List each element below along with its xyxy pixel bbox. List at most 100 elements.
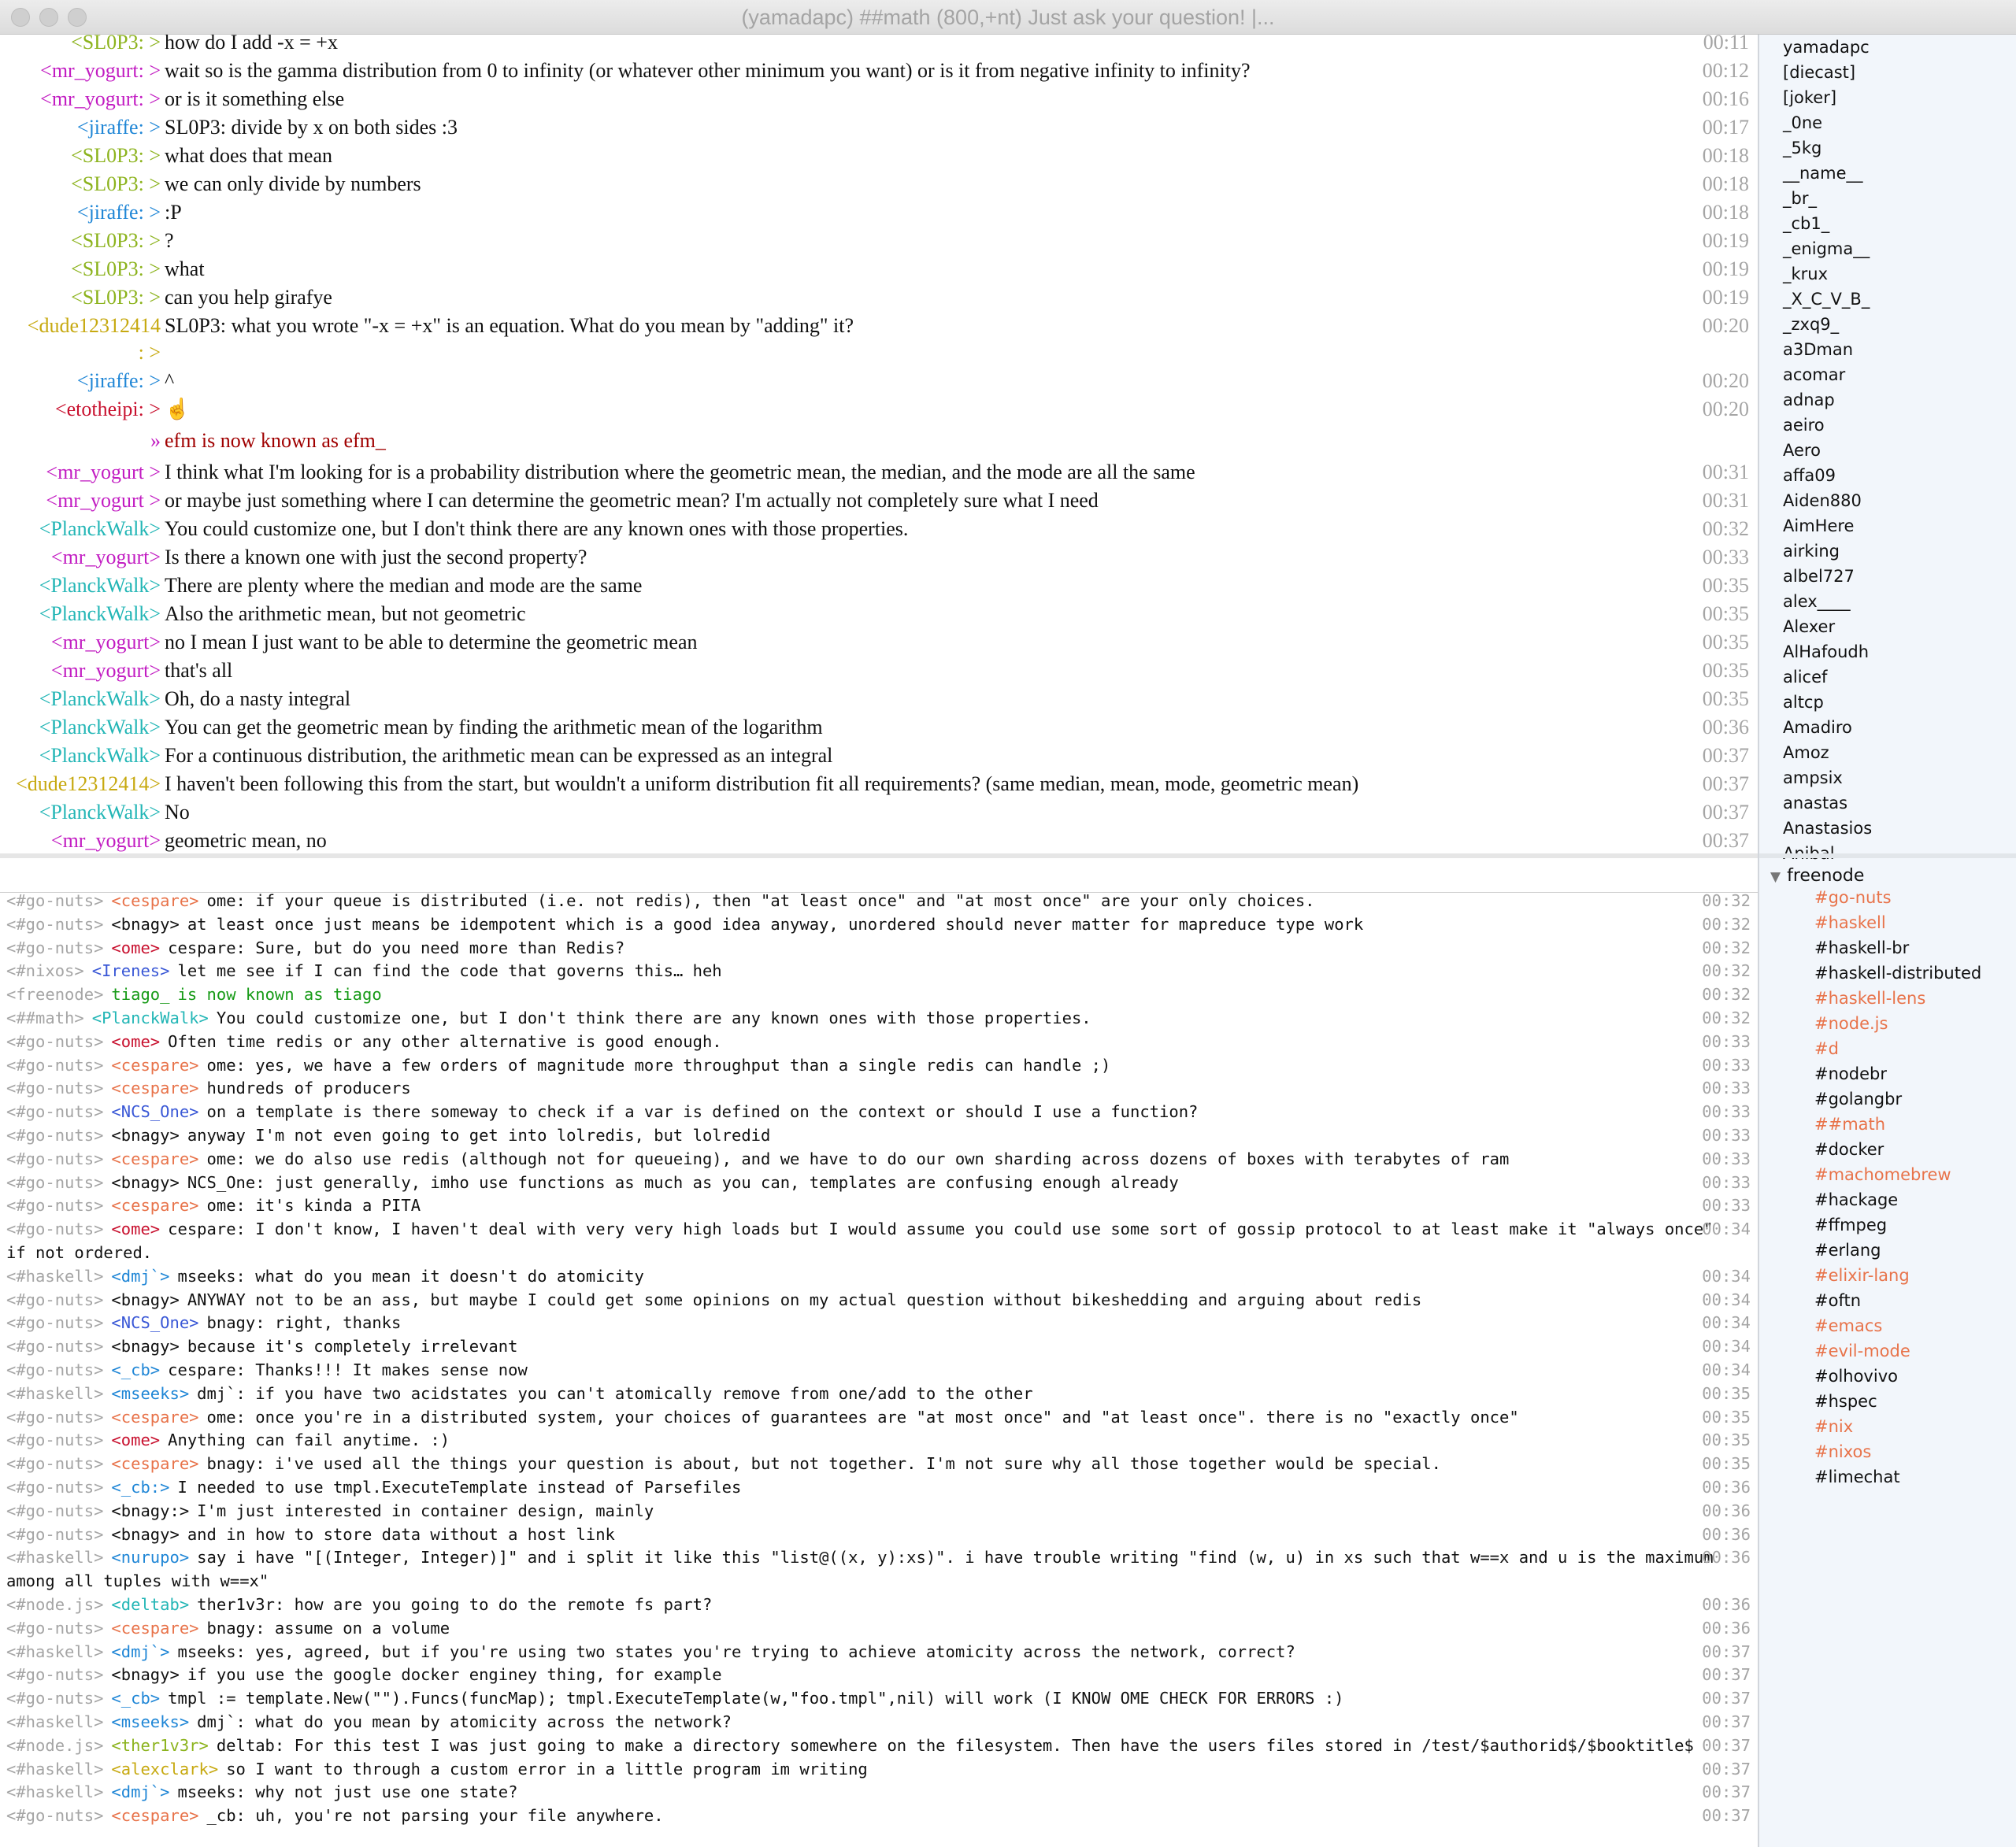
channel-item[interactable]: #hspec: [1814, 1389, 1877, 1414]
member-item[interactable]: Aiden880: [1783, 488, 1862, 513]
channel-item[interactable]: #oftn: [1814, 1288, 1861, 1313]
member-item[interactable]: _enigma__: [1783, 236, 1870, 261]
log-nick[interactable]: <bnagy>: [111, 915, 179, 934]
message-nick[interactable]: <SL0P3: >: [71, 227, 161, 255]
log-nick[interactable]: <ome>: [111, 1220, 160, 1238]
channel-item[interactable]: #haskell-lens: [1814, 986, 1925, 1011]
log-nick[interactable]: <cespare>: [111, 1149, 198, 1168]
log-nick[interactable]: <cespare>: [111, 894, 198, 910]
member-item[interactable]: Anastasios: [1783, 816, 1872, 841]
message-nick[interactable]: <dude12312414>: [16, 770, 161, 798]
channel-item[interactable]: #haskell-distributed: [1814, 961, 1981, 986]
message-input[interactable]: [0, 858, 1758, 893]
channel-item[interactable]: #haskell: [1814, 910, 1886, 935]
message-nick[interactable]: <mr_yogurt >: [46, 487, 161, 515]
log-channel[interactable]: <#go-nuts>: [6, 1665, 103, 1684]
sidebar-splitter[interactable]: [1759, 853, 2016, 858]
log-channel[interactable]: <#go-nuts>: [6, 1478, 103, 1497]
log-channel[interactable]: <##math>: [6, 1009, 84, 1027]
log-channel[interactable]: <#go-nuts>: [6, 1525, 103, 1544]
member-item[interactable]: _X_C_V_B_: [1783, 287, 1870, 312]
log-channel[interactable]: <#nixos>: [6, 961, 84, 980]
message-nick[interactable]: <dude12312414: [28, 312, 161, 340]
log-channel[interactable]: <#go-nuts>: [6, 1619, 103, 1638]
message-nick[interactable]: <mr_yogurt>: [51, 827, 161, 853]
log-channel[interactable]: <#go-nuts>: [6, 1689, 103, 1708]
log-nick[interactable]: <ther1v3r>: [111, 1736, 208, 1755]
member-item[interactable]: acomar: [1783, 362, 1845, 387]
log-channel[interactable]: <#haskell>: [6, 1712, 103, 1731]
log-channel[interactable]: <#go-nuts>: [6, 1290, 103, 1309]
log-channel[interactable]: <#haskell>: [6, 1782, 103, 1801]
log-nick[interactable]: <bnagy>: [111, 1173, 179, 1192]
log-channel[interactable]: <#go-nuts>: [6, 1313, 103, 1332]
channel-item[interactable]: #ffmpeg: [1814, 1212, 1887, 1238]
channel-item[interactable]: #d: [1814, 1036, 1839, 1061]
member-item[interactable]: affa09: [1783, 463, 1836, 488]
log-nick[interactable]: <cespare>: [111, 1079, 198, 1097]
log-nick[interactable]: <mseeks>: [111, 1384, 189, 1403]
message-nick[interactable]: <SL0P3: >: [71, 255, 161, 283]
channel-item[interactable]: #hackage: [1814, 1187, 1898, 1212]
log-channel[interactable]: <#go-nuts>: [6, 1126, 103, 1145]
log-nick[interactable]: <cespare>: [111, 1619, 198, 1638]
console-log[interactable]: <#go-nuts> <cespare> ome: if your queue is…: [0, 894, 1758, 1847]
log-nick[interactable]: <dmj`>: [111, 1267, 169, 1286]
channel-item[interactable]: #go-nuts: [1814, 885, 1892, 910]
log-nick[interactable]: <ome>: [111, 1032, 160, 1051]
log-nick[interactable]: <cespare>: [111, 1806, 198, 1825]
member-item[interactable]: [diecast]: [1783, 60, 1855, 85]
log-channel[interactable]: <#go-nuts>: [6, 1102, 103, 1121]
message-nick[interactable]: <PlanckWalk>: [39, 685, 161, 713]
member-item[interactable]: Amadiro: [1783, 715, 1852, 740]
log-nick[interactable]: <bnagy>: [111, 1126, 179, 1145]
message-nick[interactable]: <mr_yogurt: >: [40, 57, 161, 85]
member-item[interactable]: alicef: [1783, 664, 1827, 690]
channel-item[interactable]: #golangbr: [1814, 1086, 1902, 1112]
message-nick[interactable]: <mr_yogurt>: [51, 628, 161, 657]
message-nick[interactable]: <SL0P3: >: [71, 170, 161, 198]
channel-item[interactable]: #elixir-lang: [1814, 1263, 1910, 1288]
channel-item[interactable]: #olhovivo: [1814, 1364, 1898, 1389]
message-nick[interactable]: <etotheipi: >: [55, 395, 161, 424]
channel-item[interactable]: #limechat: [1814, 1464, 1900, 1490]
log-nick[interactable]: <nurupo>: [111, 1548, 189, 1567]
log-nick[interactable]: <NCS_One>: [111, 1102, 198, 1121]
log-channel[interactable]: <#go-nuts>: [6, 1360, 103, 1379]
log-nick[interactable]: <cespare>: [111, 1056, 198, 1075]
member-item[interactable]: __name__: [1783, 161, 1863, 186]
message-nick[interactable]: <mr_yogurt >: [46, 458, 161, 487]
log-channel[interactable]: <#go-nuts>: [6, 1408, 103, 1427]
member-item[interactable]: _zxq9_: [1783, 312, 1839, 337]
member-item[interactable]: AimHere: [1783, 513, 1854, 539]
channel-item[interactable]: #emacs: [1814, 1313, 1882, 1338]
message-nick[interactable]: <PlanckWalk>: [39, 798, 161, 827]
channel-messages[interactable]: <SL0P3: > how do I add -x = +x 00:11 <mr_yo…: [0, 35, 1758, 853]
log-nick[interactable]: <ome>: [111, 1431, 160, 1449]
member-item[interactable]: Alexer: [1783, 614, 1835, 639]
message-nick[interactable]: <SL0P3: >: [71, 35, 161, 57]
channel-item[interactable]: ##math: [1814, 1112, 1885, 1137]
message-nick[interactable]: <PlanckWalk>: [39, 600, 161, 628]
log-nick[interactable]: <ome>: [111, 938, 160, 957]
channel-item[interactable]: #erlang: [1814, 1238, 1881, 1263]
member-item[interactable]: [joker]: [1783, 85, 1836, 110]
channel-item[interactable]: #evil-mode: [1814, 1338, 1910, 1364]
log-channel[interactable]: <#go-nuts>: [6, 1454, 103, 1473]
log-channel[interactable]: <#node.js>: [6, 1736, 103, 1755]
channel-item[interactable]: #node.js: [1814, 1011, 1888, 1036]
member-item[interactable]: aeiro: [1783, 413, 1825, 438]
log-nick[interactable]: <_cb:>: [111, 1478, 169, 1497]
log-channel[interactable]: <#go-nuts>: [6, 1079, 103, 1097]
channel-item[interactable]: #nodebr: [1814, 1061, 1887, 1086]
member-item[interactable]: Amoz: [1783, 740, 1829, 765]
member-item[interactable]: anastas: [1783, 790, 1847, 816]
member-item[interactable]: altcp: [1783, 690, 1824, 715]
channel-item[interactable]: #haskell-br: [1814, 935, 1909, 961]
log-channel[interactable]: <#haskell>: [6, 1384, 103, 1403]
member-item[interactable]: _5kg: [1783, 135, 1821, 161]
log-channel[interactable]: <#go-nuts>: [6, 1056, 103, 1075]
log-nick[interactable]: <bnagy>: [111, 1525, 179, 1544]
log-channel[interactable]: <#go-nuts>: [6, 894, 103, 910]
message-nick[interactable]: »: [150, 427, 161, 455]
